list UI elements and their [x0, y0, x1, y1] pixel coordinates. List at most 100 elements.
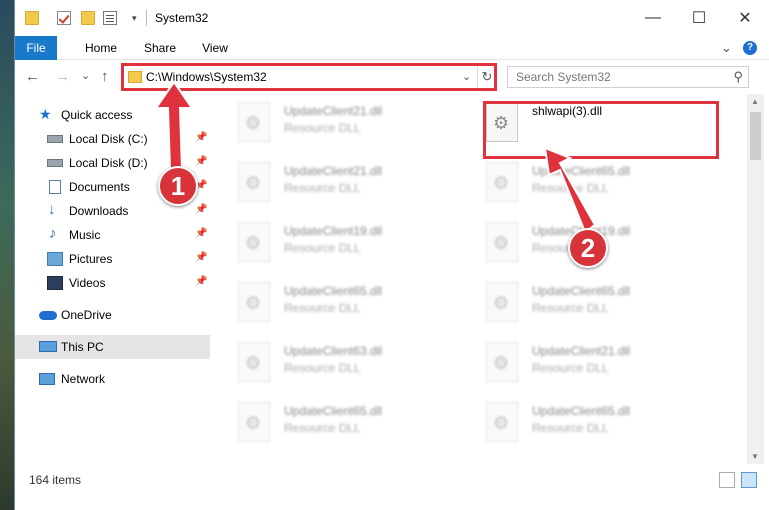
- dll-file-icon: [238, 222, 270, 262]
- sidebar-item-onedrive[interactable]: OneDrive: [15, 303, 210, 327]
- file-name: UpdateClient65.dll: [284, 284, 383, 298]
- sidebar-item-label: Local Disk (D:): [69, 156, 148, 170]
- new-folder-icon[interactable]: [81, 11, 95, 25]
- sidebar-item-label: Music: [69, 228, 101, 242]
- file-item[interactable]: UpdateClient65.dll Resource DLL: [458, 394, 698, 450]
- pin-icon: 📌: [195, 132, 208, 143]
- step-1-badge: 1: [158, 166, 198, 206]
- sidebar-item-label: Downloads: [69, 204, 129, 218]
- dll-file-icon: [486, 222, 518, 262]
- explorer-window: ▾ System32 — ☐ ✕ File Home Share View ⌄ …: [14, 0, 769, 510]
- pin-icon: 📌: [195, 252, 208, 263]
- computer-icon: [39, 341, 57, 352]
- sidebar-item-label: Network: [61, 372, 106, 386]
- tab-view[interactable]: View: [195, 36, 235, 60]
- tab-home[interactable]: Home: [77, 36, 125, 60]
- file-name: UpdateClient63.dll: [284, 344, 383, 358]
- sidebar-item-videos[interactable]: Videos 📌: [15, 271, 210, 295]
- file-item[interactable]: UpdateClient65.dll Resource DLL: [210, 394, 450, 450]
- large-icons-view-icon[interactable]: [741, 472, 757, 488]
- step-2-badge: 2: [568, 228, 608, 268]
- file-type: Resource DLL: [532, 301, 609, 315]
- file-item[interactable]: UpdateClient19.dll Resource DLL: [210, 214, 450, 270]
- file-name: UpdateClient21.dll: [284, 104, 383, 118]
- pictures-icon: [47, 252, 63, 266]
- dll-file-icon: [486, 342, 518, 382]
- file-name: UpdateClient65.dll: [284, 404, 383, 418]
- title-bar: ▾ System32 — ☐ ✕: [15, 0, 769, 36]
- drive-icon: [47, 159, 63, 167]
- sidebar-item-network[interactable]: Network: [15, 367, 210, 391]
- file-item[interactable]: UpdateClient65.dll Resource DLL: [458, 274, 698, 330]
- quick-access-toolbar-caret[interactable]: ▾: [132, 13, 137, 24]
- download-icon: ↓: [48, 201, 56, 218]
- forward-button[interactable]: →: [55, 68, 70, 85]
- file-name: UpdateClient65.dll: [532, 164, 631, 178]
- sidebar-item-this-pc[interactable]: This PC: [15, 335, 210, 359]
- file-item[interactable]: UpdateClient21.dll Resource DLL: [210, 154, 450, 210]
- sidebar-item-pictures[interactable]: Pictures 📌: [15, 247, 210, 271]
- file-item[interactable]: UpdateClient21.dll Resource DLL: [210, 94, 450, 150]
- file-type: Resource DLL: [284, 421, 361, 435]
- drive-icon: [47, 135, 63, 143]
- file-name: UpdateClient21.dll: [532, 344, 631, 358]
- pin-icon: 📌: [195, 276, 208, 287]
- navigation-pane: ★ Quick access Local Disk (C:) 📌 Local D…: [15, 94, 210, 464]
- pin-icon: 📌: [195, 204, 208, 215]
- up-button[interactable]: ↑: [101, 68, 109, 85]
- tab-share[interactable]: Share: [137, 36, 183, 60]
- music-icon: ♪: [49, 225, 57, 242]
- help-icon[interactable]: ?: [743, 41, 757, 55]
- file-item[interactable]: UpdateClient65.dll Resource DLL: [458, 154, 698, 210]
- tab-file[interactable]: File: [15, 36, 57, 60]
- file-item[interactable]: UpdateClient21.dll Resource DLL: [458, 334, 698, 390]
- maximize-button[interactable]: ☐: [676, 0, 722, 36]
- dll-file-icon: [238, 402, 270, 442]
- recent-locations-button[interactable]: ⌄: [81, 69, 90, 82]
- dll-file-icon: [238, 342, 270, 382]
- file-item[interactable]: UpdateClient65.dll Resource DLL: [210, 274, 450, 330]
- file-type: Resource DLL: [532, 181, 609, 195]
- address-highlight-box: [121, 63, 497, 91]
- dll-file-icon: [238, 162, 270, 202]
- scroll-down-icon[interactable]: ▼: [751, 452, 759, 461]
- file-name: UpdateClient65.dll: [532, 284, 631, 298]
- expand-ribbon-icon[interactable]: ⌄: [721, 40, 732, 56]
- vertical-scrollbar[interactable]: ▲ ▼: [747, 94, 764, 464]
- folder-icon: [25, 11, 39, 25]
- title-separator: [146, 10, 147, 26]
- dll-file-icon: [238, 282, 270, 322]
- search-input[interactable]: Search System32 ⚲: [507, 66, 749, 88]
- sidebar-item-label: Pictures: [69, 252, 113, 266]
- dll-file-icon: [486, 282, 518, 322]
- properties-check-icon[interactable]: [57, 11, 71, 25]
- sidebar-item-music[interactable]: ♪ Music 📌: [15, 223, 210, 247]
- sidebar-item-local-disk-c[interactable]: Local Disk (C:) 📌: [15, 127, 210, 151]
- sidebar-item-label: Local Disk (C:): [69, 132, 148, 146]
- close-button[interactable]: ✕: [722, 0, 768, 36]
- dll-file-icon: [486, 162, 518, 202]
- sidebar-item-quick-access[interactable]: ★ Quick access: [15, 103, 210, 127]
- pin-icon: 📌: [195, 228, 208, 239]
- cloud-icon: [39, 311, 57, 320]
- status-bar: 164 items: [15, 464, 769, 510]
- ribbon-tabs: File Home Share View ⌄ ?: [15, 36, 769, 60]
- sidebar-item-label: OneDrive: [61, 308, 112, 322]
- back-button[interactable]: ←: [25, 68, 40, 85]
- file-type: Resource DLL: [284, 241, 361, 255]
- minimize-button[interactable]: —: [630, 0, 676, 36]
- network-icon: [39, 373, 55, 385]
- customize-list-icon[interactable]: [103, 11, 117, 25]
- details-view-icon[interactable]: [719, 472, 735, 488]
- sidebar-item-label: Quick access: [61, 108, 133, 122]
- search-icon[interactable]: ⚲: [733, 69, 743, 85]
- file-item[interactable]: UpdateClient63.dll Resource DLL: [210, 334, 450, 390]
- file-name: UpdateClient19.dll: [284, 224, 383, 238]
- dll-file-icon: [238, 102, 270, 142]
- scrollbar-thumb[interactable]: [750, 112, 761, 160]
- search-placeholder: Search System32: [516, 70, 611, 84]
- file-type: Resource DLL: [532, 361, 609, 375]
- file-type: Resource DLL: [284, 181, 361, 195]
- pin-icon: 📌: [195, 156, 208, 167]
- scroll-up-icon[interactable]: ▲: [751, 97, 759, 106]
